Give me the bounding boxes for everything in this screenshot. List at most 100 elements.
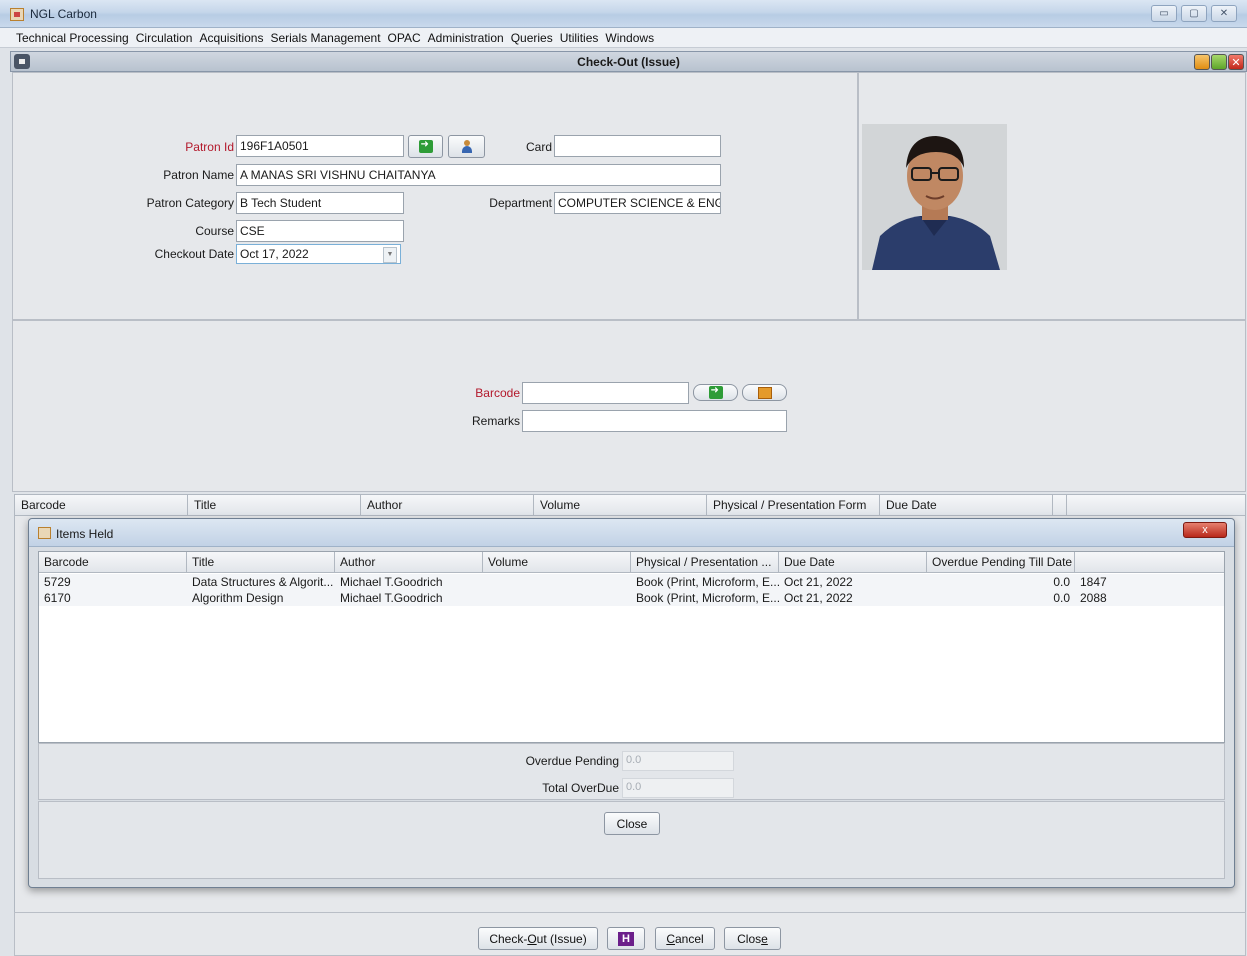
history-button[interactable]: H — [607, 927, 645, 950]
search-patron-button[interactable] — [448, 135, 485, 158]
course-field[interactable]: CSE — [236, 220, 404, 242]
card-label: Card — [525, 140, 552, 154]
cancel-label-mnemonic: C — [666, 931, 675, 946]
menu-queries[interactable]: Queries — [511, 31, 553, 45]
checkout-date-label: Checkout Date — [154, 247, 234, 261]
row-due-date: Oct 21, 2022 — [784, 591, 853, 605]
menu-circulation[interactable]: Circulation — [136, 31, 193, 45]
checkout-date-field[interactable]: Oct 17, 2022 ▼ — [236, 244, 401, 264]
app-icon — [10, 8, 24, 21]
dialog-title: Items Held — [56, 527, 114, 541]
row-overdue: 0.0 — [1053, 575, 1070, 589]
go-arrow-icon — [418, 139, 433, 153]
department-label: Department — [489, 196, 552, 210]
checkout-issue-button[interactable]: Check- Out (Issue) — [478, 927, 598, 950]
menu-administration[interactable]: Administration — [428, 31, 504, 45]
column-physical-form[interactable]: Physical / Presentation ... — [631, 552, 779, 573]
table-row[interactable]: 6170 Algorithm Design Michael T.Goodrich… — [39, 590, 1224, 606]
row-barcode: 5729 — [44, 575, 71, 589]
patron-id-label: Patron Id — [185, 140, 234, 154]
column-title[interactable]: Title — [188, 495, 361, 515]
table-row[interactable]: 5729 Data Structures & Algorit... Michae… — [39, 574, 1224, 590]
checkout-label-mnemonic: O — [527, 931, 537, 946]
column-author[interactable]: Author — [361, 495, 534, 515]
column-spacer — [1053, 495, 1067, 515]
items-held-header: Barcode Title Author Volume Physical / P… — [39, 552, 1224, 573]
item-entry-panel — [12, 320, 1246, 492]
course-label: Course — [195, 224, 234, 238]
card-field[interactable] — [554, 135, 721, 157]
barcode-field[interactable] — [522, 382, 689, 404]
fetch-patron-button[interactable] — [408, 135, 443, 158]
search-item-button[interactable] — [742, 384, 787, 401]
frame-minimize-button[interactable] — [1194, 54, 1210, 70]
checkout-label-pre: Check- — [489, 931, 528, 946]
cancel-button[interactable]: Cancel — [655, 927, 715, 950]
patron-category-label: Patron Category — [146, 196, 234, 210]
column-due-date[interactable]: Due Date — [779, 552, 927, 573]
column-volume[interactable]: Volume — [483, 552, 631, 573]
remarks-field[interactable] — [522, 410, 787, 432]
minimize-window-button[interactable]: ▭ — [1151, 5, 1177, 22]
menu-bar: Technical Processing Circulation Acquisi… — [0, 28, 1247, 48]
maximize-window-button[interactable]: ▢ — [1181, 5, 1207, 22]
window-title: NGL Carbon — [30, 7, 97, 21]
dialog-close-button[interactable]: Close — [604, 812, 660, 835]
patron-id-field[interactable]: 196F1A0501 — [236, 135, 404, 157]
row-extra: 2088 — [1080, 591, 1107, 605]
menu-utilities[interactable]: Utilities — [560, 31, 599, 45]
close-window-button[interactable]: ✕ — [1211, 5, 1237, 22]
row-title: Data Structures & Algorit... — [192, 575, 334, 589]
row-due-date: Oct 21, 2022 — [784, 575, 853, 589]
patron-name-field[interactable]: A MANAS SRI VISHNU CHAITANYA — [236, 164, 721, 186]
checkout-label-post: ut (Issue) — [536, 931, 587, 946]
column-volume[interactable]: Volume — [534, 495, 707, 515]
row-extra: 1847 — [1080, 575, 1107, 589]
items-held-table: Barcode Title Author Volume Physical / P… — [38, 551, 1225, 743]
action-bar: Check- Out (Issue) H Cancel Clos e — [14, 912, 1246, 956]
column-author[interactable]: Author — [335, 552, 483, 573]
overdue-pending-field: 0.0 — [622, 751, 734, 771]
menu-technical-processing[interactable]: Technical Processing — [16, 31, 129, 45]
close-label-pre: Clos — [737, 931, 762, 946]
overdue-pending-label: Overdue Pending — [525, 754, 619, 768]
checkout-date-value: Oct 17, 2022 — [240, 247, 309, 261]
column-title[interactable]: Title — [187, 552, 335, 573]
dialog-close-icon[interactable]: x — [1183, 522, 1227, 538]
cancel-label-post: ancel — [674, 931, 704, 946]
menu-opac[interactable]: OPAC — [388, 31, 421, 45]
dialog-app-icon — [38, 527, 51, 539]
frame-title-bar: Check-Out (Issue) ✕ — [10, 51, 1247, 72]
menu-serials-management[interactable]: Serials Management — [270, 31, 380, 45]
row-physical-form: Book (Print, Microform, E... — [636, 591, 779, 605]
remarks-label: Remarks — [471, 414, 520, 428]
patron-name-label: Patron Name — [163, 168, 234, 182]
window-title-bar: NGL Carbon ▭ ▢ ✕ — [0, 0, 1247, 28]
barcode-label: Barcode — [475, 386, 520, 400]
add-item-button[interactable] — [693, 384, 738, 401]
close-label-mnemonic: e — [761, 931, 768, 946]
book-search-icon — [757, 386, 772, 399]
calendar-dropdown-icon[interactable]: ▼ — [383, 247, 397, 263]
row-barcode: 6170 — [44, 591, 71, 605]
menu-windows[interactable]: Windows — [605, 31, 654, 45]
frame-maximize-button[interactable] — [1211, 54, 1227, 70]
patron-photo — [862, 124, 1007, 270]
column-physical-form[interactable]: Physical / Presentation Form — [707, 495, 880, 515]
frame-title: Check-Out (Issue) — [577, 55, 680, 69]
column-due-date[interactable]: Due Date — [880, 495, 1053, 515]
row-author: Michael T.Goodrich — [340, 591, 443, 605]
row-overdue: 0.0 — [1053, 591, 1070, 605]
department-field[interactable]: COMPUTER SCIENCE & ENG — [554, 192, 721, 214]
frame-close-button[interactable]: ✕ — [1228, 54, 1244, 70]
total-overdue-label: Total OverDue — [542, 781, 619, 795]
patron-category-field[interactable]: B Tech Student — [236, 192, 404, 214]
row-physical-form: Book (Print, Microform, E... — [636, 575, 779, 589]
patron-search-icon — [460, 139, 474, 154]
column-barcode[interactable]: Barcode — [15, 495, 188, 515]
column-overdue-pending[interactable]: Overdue Pending Till Date — [927, 552, 1075, 573]
column-barcode[interactable]: Barcode — [39, 552, 187, 573]
items-held-dialog: Items Held x Barcode Title Author Volume… — [28, 518, 1235, 888]
menu-acquisitions[interactable]: Acquisitions — [199, 31, 263, 45]
close-button[interactable]: Clos e — [724, 927, 781, 950]
